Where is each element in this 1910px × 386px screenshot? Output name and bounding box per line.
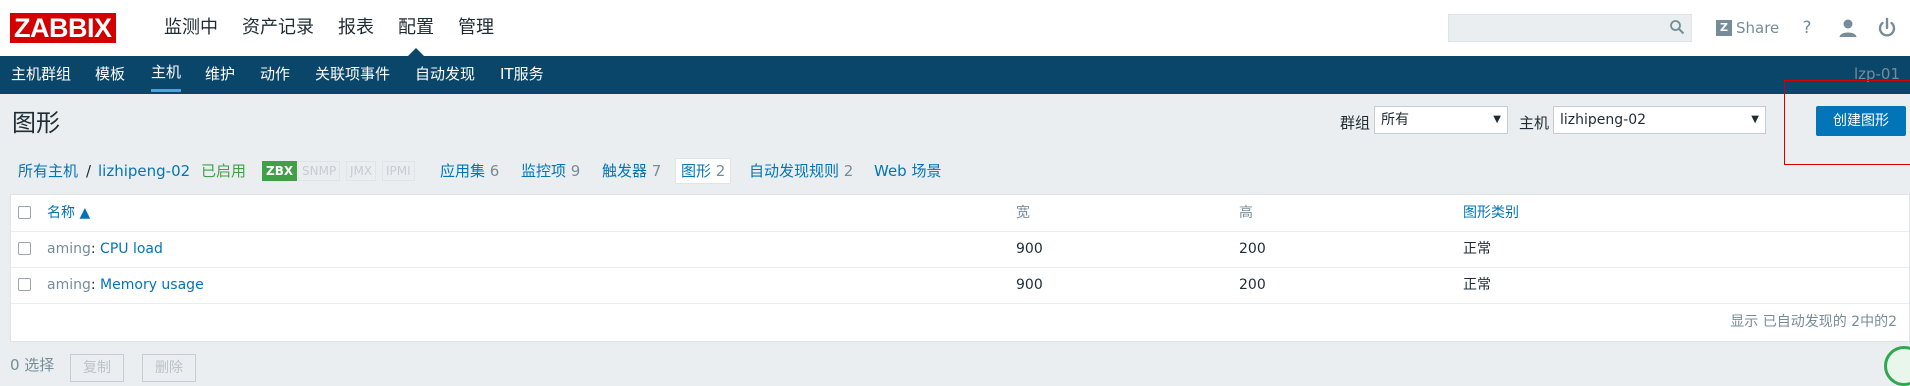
host-link[interactable]: lizhipeng-02 bbox=[98, 160, 190, 182]
subnav-actions[interactable]: 动作 bbox=[260, 56, 290, 92]
chevron-down-icon: ▼ bbox=[1751, 114, 1759, 125]
host-status[interactable]: 已启用 bbox=[201, 160, 246, 182]
search-icon[interactable] bbox=[1669, 19, 1685, 35]
jmx-availability-badge: JMX bbox=[346, 161, 377, 181]
column-height-header: 高 bbox=[1239, 205, 1253, 221]
help-icon[interactable]: ? bbox=[1795, 16, 1819, 40]
graph-name-link[interactable]: CPU load bbox=[100, 241, 163, 257]
menu-reports[interactable]: 报表 bbox=[326, 0, 386, 56]
main-menu: 监测中 资产记录 报表 配置 管理 bbox=[152, 0, 506, 57]
subnav-host-groups[interactable]: 主机群组 bbox=[11, 56, 71, 92]
graph-name-cell: aming: Memory usage bbox=[47, 277, 204, 293]
table-row: aming: Memory usage 900 200 正常 bbox=[11, 267, 1909, 304]
subnav-discovery[interactable]: 自动发现 bbox=[415, 56, 475, 92]
group-select-value: 所有 bbox=[1381, 112, 1409, 128]
subnav-templates[interactable]: 模板 bbox=[95, 56, 125, 92]
tab-applications-count: 6 bbox=[489, 162, 500, 180]
table-row: aming: CPU load 900 200 正常 bbox=[11, 231, 1909, 268]
floating-widget-icon[interactable] bbox=[1884, 346, 1910, 386]
selected-count: 0 选择 bbox=[10, 356, 55, 374]
share-link[interactable]: Z Share bbox=[1716, 17, 1779, 39]
column-name-header[interactable]: 名称 ▲ bbox=[47, 195, 90, 231]
table-summary: 显示 已自动发现的 2中的2 bbox=[1730, 314, 1897, 330]
graph-type-cell: 正常 bbox=[1463, 241, 1491, 257]
graphs-table: 名称 ▲ 宽 高 图形类别 aming: CPU load 900 200 正常… bbox=[10, 194, 1910, 342]
template-link[interactable]: aming bbox=[47, 277, 91, 293]
subnav-correlation[interactable]: 关联项事件 bbox=[315, 56, 390, 92]
user-profile-icon[interactable] bbox=[1836, 16, 1860, 40]
graph-height-cell: 200 bbox=[1239, 277, 1266, 293]
zabbix-logo[interactable]: ZABBIX bbox=[10, 13, 116, 43]
tab-web-scenarios[interactable]: Web 场景 bbox=[874, 160, 941, 182]
column-width-header: 宽 bbox=[1016, 205, 1030, 221]
group-select[interactable]: 所有 ▼ bbox=[1374, 106, 1508, 134]
graph-width-cell: 900 bbox=[1016, 241, 1043, 257]
all-hosts-link[interactable]: 所有主机 bbox=[18, 160, 78, 182]
row-checkbox[interactable] bbox=[18, 242, 31, 255]
column-graph-type-header[interactable]: 图形类别 bbox=[1463, 195, 1519, 231]
menu-administration[interactable]: 管理 bbox=[446, 0, 506, 56]
host-filter-label: 主机 bbox=[1519, 114, 1550, 132]
tab-web-scenarios-label: Web 场景 bbox=[874, 162, 942, 180]
host-select-value: lizhipeng-02 bbox=[1560, 112, 1647, 128]
sub-navigation: 主机群组 模板 主机 维护 动作 关联项事件 自动发现 IT服务 lzp-01 bbox=[0, 56, 1910, 94]
select-all-checkbox[interactable] bbox=[18, 206, 31, 219]
tab-triggers-label: 触发器 bbox=[602, 162, 648, 180]
graph-width-cell: 900 bbox=[1016, 277, 1043, 293]
copy-button[interactable]: 复制 bbox=[70, 354, 124, 382]
subnav-hosts[interactable]: 主机 bbox=[151, 56, 182, 92]
chevron-down-icon: ▼ bbox=[1493, 114, 1501, 125]
page-title: 图形 bbox=[12, 109, 60, 137]
tab-discovery-rules-label: 自动发现规则 bbox=[749, 162, 840, 180]
menu-monitoring[interactable]: 监测中 bbox=[152, 0, 230, 56]
tab-discovery-rules[interactable]: 自动发现规则 2 bbox=[749, 160, 853, 182]
tab-items-count: 9 bbox=[570, 162, 581, 180]
group-filter-label: 群组 bbox=[1340, 114, 1371, 132]
tab-items-label: 监控项 bbox=[521, 162, 567, 180]
tab-applications-label: 应用集 bbox=[440, 162, 486, 180]
tab-graphs[interactable]: 图形 2 bbox=[675, 158, 732, 184]
tab-triggers[interactable]: 触发器 7 bbox=[602, 160, 661, 182]
tab-discovery-rules-count: 2 bbox=[843, 162, 854, 180]
breadcrumb-separator: / bbox=[86, 162, 92, 180]
share-label: Share bbox=[1736, 19, 1780, 37]
logout-icon[interactable] bbox=[1875, 16, 1899, 40]
graph-height-cell: 200 bbox=[1239, 241, 1266, 257]
template-link[interactable]: aming bbox=[47, 241, 91, 257]
table-header-row: 名称 ▲ 宽 高 图形类别 bbox=[11, 195, 1909, 232]
subnav-maintenance[interactable]: 维护 bbox=[205, 56, 235, 92]
tab-graphs-count: 2 bbox=[715, 162, 726, 180]
zbx-availability-badge: ZBX bbox=[262, 161, 298, 181]
tab-items[interactable]: 监控项 9 bbox=[521, 160, 580, 182]
search-input[interactable] bbox=[1448, 14, 1692, 42]
graph-name-cell: aming: CPU load bbox=[47, 241, 163, 257]
menu-configuration[interactable]: 配置 bbox=[386, 0, 446, 57]
snmp-availability-badge: SNMP bbox=[298, 161, 341, 181]
host-select[interactable]: lizhipeng-02 ▼ bbox=[1553, 106, 1766, 134]
tab-applications[interactable]: 应用集 6 bbox=[440, 160, 499, 182]
subnav-it-services[interactable]: IT服务 bbox=[500, 56, 544, 92]
graph-type-cell: 正常 bbox=[1463, 277, 1491, 293]
tab-triggers-count: 7 bbox=[651, 162, 662, 180]
highlight-annotation bbox=[1784, 80, 1910, 165]
top-header: ZABBIX 监测中 资产记录 报表 配置 管理 Z Share ? bbox=[0, 0, 1910, 57]
graph-name-link[interactable]: Memory usage bbox=[100, 277, 204, 293]
ipmi-availability-badge: IPMI bbox=[382, 161, 415, 181]
tab-graphs-label: 图形 bbox=[681, 162, 712, 180]
row-checkbox[interactable] bbox=[18, 278, 31, 291]
menu-inventory[interactable]: 资产记录 bbox=[230, 0, 326, 56]
share-icon: Z bbox=[1716, 20, 1732, 36]
delete-button[interactable]: 删除 bbox=[142, 354, 196, 382]
